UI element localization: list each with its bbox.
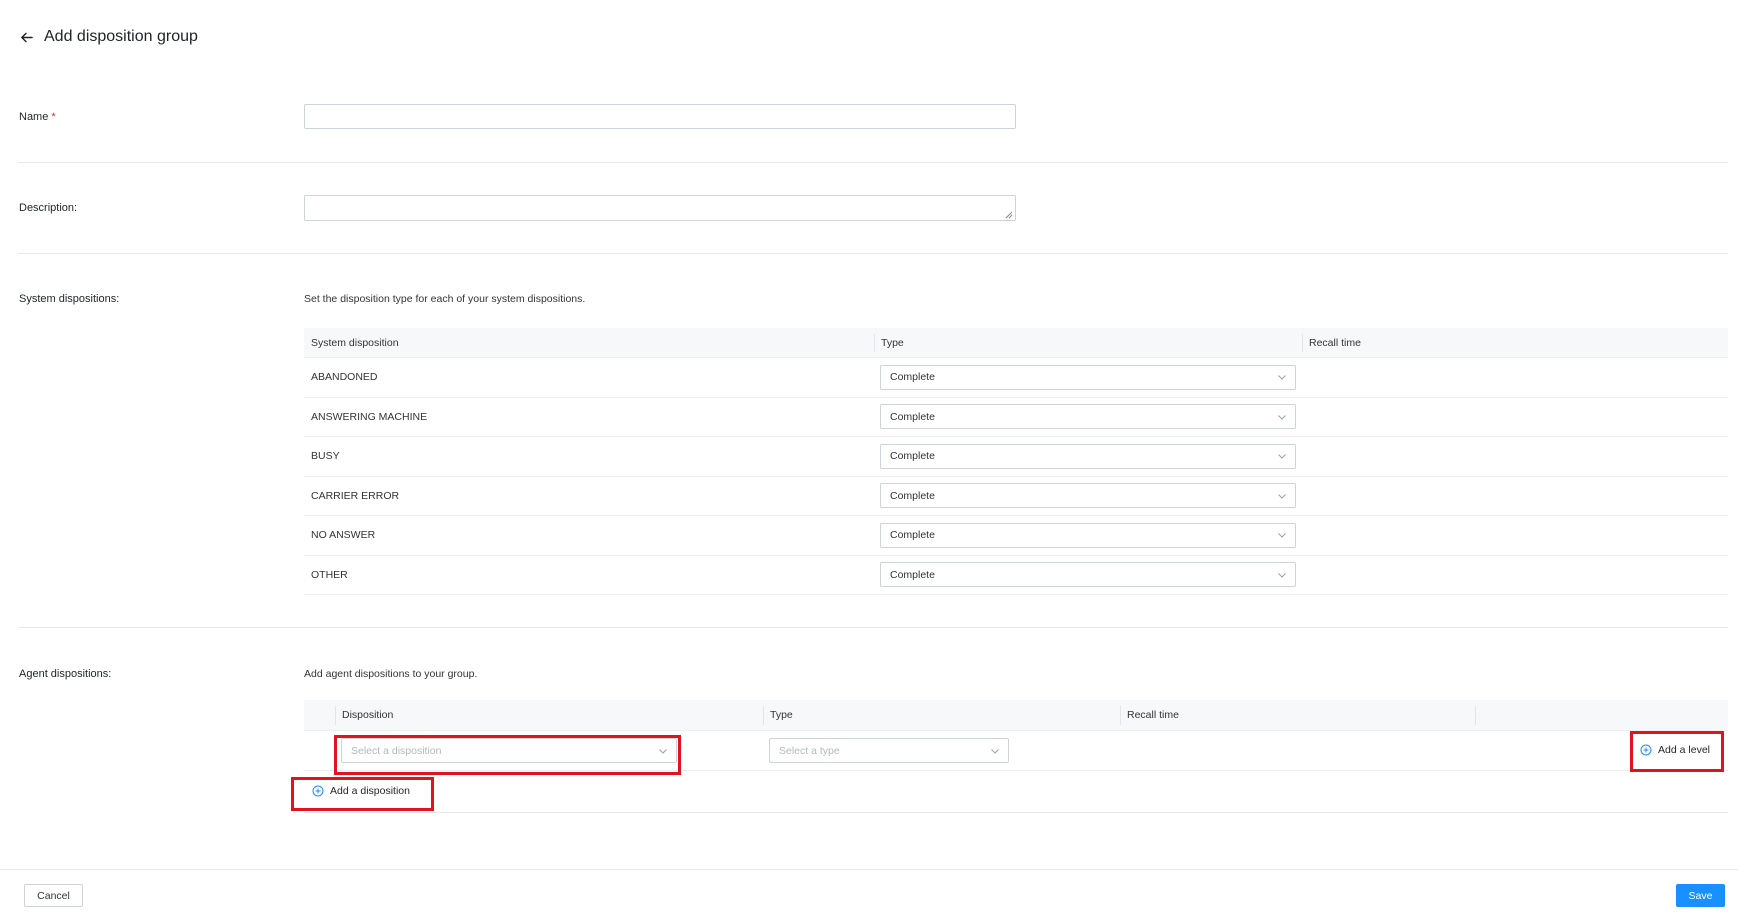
col-system-disposition: System disposition xyxy=(311,336,399,349)
system-dispositions-label: System dispositions: xyxy=(19,293,120,305)
table-row: OTHER Complete xyxy=(304,556,1728,595)
footer-divider xyxy=(0,869,1738,870)
divider xyxy=(18,627,1728,628)
system-dispositions-hint: Set the disposition type for each of you… xyxy=(304,293,586,305)
type-select-placeholder: Select a type xyxy=(779,744,840,757)
divider xyxy=(304,812,1728,813)
system-disposition-name: ABANDONED xyxy=(311,371,378,384)
type-select-value: Complete xyxy=(890,568,935,581)
cancel-button[interactable]: Cancel xyxy=(24,884,83,907)
save-button[interactable]: Save xyxy=(1676,884,1725,907)
type-select-value: Complete xyxy=(890,371,935,384)
system-disposition-name: OTHER xyxy=(311,568,348,581)
required-asterisk: * xyxy=(51,111,56,123)
col-recall-time: Recall time xyxy=(1120,700,1475,731)
table-row: ANSWERING MACHINE Complete xyxy=(304,398,1728,437)
chevron-down-icon xyxy=(1277,451,1287,461)
chevron-down-icon xyxy=(1277,530,1287,540)
col-recall-time: Recall time xyxy=(1302,328,1728,358)
type-select[interactable]: Complete xyxy=(880,483,1296,509)
description-textarea[interactable] xyxy=(304,195,1016,221)
system-disposition-name: BUSY xyxy=(311,450,340,463)
type-select[interactable]: Complete xyxy=(880,364,1296,390)
system-disposition-name: NO ANSWER xyxy=(311,529,376,542)
chevron-down-icon xyxy=(1277,491,1287,501)
system-dispositions-table: System disposition Type Recall time ABAN… xyxy=(304,328,1728,595)
type-select[interactable]: Select a type xyxy=(769,738,1009,763)
divider xyxy=(18,253,1728,254)
type-select-value: Complete xyxy=(890,410,935,423)
table-row: ABANDONED Complete xyxy=(304,358,1728,398)
chevron-down-icon xyxy=(1277,372,1287,382)
type-select[interactable]: Complete xyxy=(880,562,1296,588)
system-disposition-name: CARRIER ERROR xyxy=(311,489,400,502)
type-select-value: Complete xyxy=(890,489,935,502)
table-header: System disposition Type Recall time xyxy=(304,328,1728,358)
col-disposition: Disposition xyxy=(335,700,763,731)
agent-dispositions-label: Agent dispositions: xyxy=(19,668,112,680)
system-disposition-name: ANSWERING MACHINE xyxy=(311,410,428,423)
chevron-down-icon xyxy=(1277,570,1287,580)
col-type: Type xyxy=(874,328,1302,358)
resize-grip-icon[interactable] xyxy=(1005,210,1013,219)
table-row: NO ANSWER Complete xyxy=(304,516,1728,556)
highlight-box-disposition-select xyxy=(334,735,681,775)
description-label: Description: xyxy=(19,202,78,214)
table-row: BUSY Complete xyxy=(304,437,1728,477)
highlight-box-add-disposition xyxy=(291,777,434,811)
table-header: Disposition Type Recall time xyxy=(304,700,1728,731)
type-select-value: Complete xyxy=(890,529,935,542)
page-title: Add disposition group xyxy=(44,28,198,45)
type-select[interactable]: Complete xyxy=(880,404,1296,430)
chevron-down-icon xyxy=(1277,412,1287,422)
col-actions xyxy=(1475,700,1728,731)
col-type: Type xyxy=(763,700,1120,731)
type-select[interactable]: Complete xyxy=(880,522,1296,548)
name-label-text: Name xyxy=(19,111,49,123)
name-label: Name * xyxy=(19,111,56,123)
name-input[interactable] xyxy=(304,104,1016,129)
type-select-value: Complete xyxy=(890,450,935,463)
table-row: CARRIER ERROR Complete xyxy=(304,477,1728,516)
page-header: Add disposition group xyxy=(18,28,198,46)
highlight-box-add-level xyxy=(1630,731,1724,772)
agent-dispositions-hint: Add agent dispositions to your group. xyxy=(304,668,478,680)
type-select[interactable]: Complete xyxy=(880,443,1296,469)
chevron-down-icon xyxy=(990,746,1000,756)
divider xyxy=(18,162,1728,163)
back-arrow-icon[interactable] xyxy=(18,29,34,45)
col-handle xyxy=(304,700,335,731)
